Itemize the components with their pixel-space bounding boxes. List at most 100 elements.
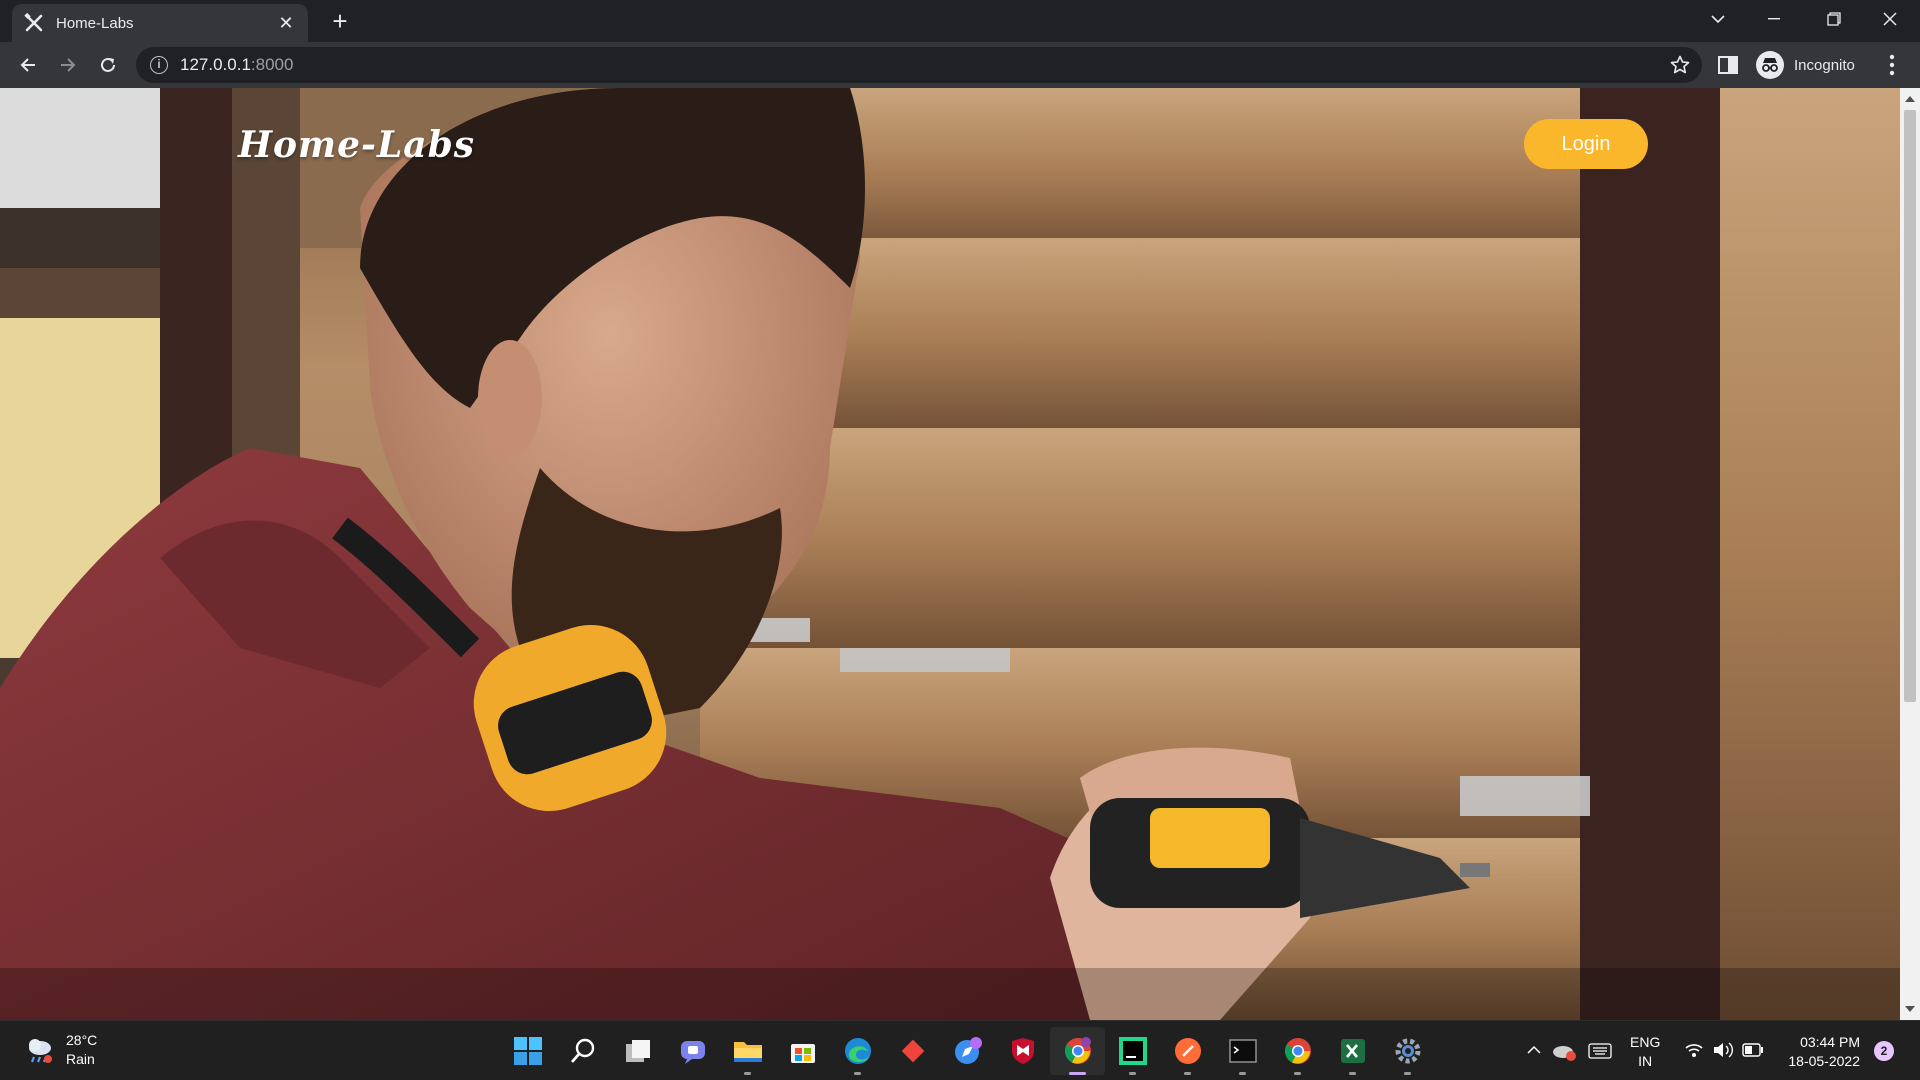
gear-icon xyxy=(1395,1038,1420,1064)
close-window-button[interactable] xyxy=(1862,0,1918,38)
browser-compass-button[interactable] xyxy=(940,1027,995,1075)
diamond-icon xyxy=(901,1039,924,1063)
search-button[interactable] xyxy=(555,1027,610,1075)
address-bar[interactable]: i 127.0.0.1:8000 xyxy=(136,47,1702,83)
forward-button[interactable] xyxy=(52,49,84,81)
url-port: :8000 xyxy=(250,55,294,74)
tab-title: Home-Labs xyxy=(56,14,134,32)
login-button[interactable]: Login xyxy=(1524,119,1648,169)
compass-icon xyxy=(954,1037,982,1064)
settings-button[interactable] xyxy=(1380,1027,1435,1075)
running-indicator xyxy=(1404,1072,1411,1075)
hero-illustration xyxy=(0,88,1900,1020)
excel-button[interactable] xyxy=(1325,1027,1380,1075)
file-explorer-button[interactable] xyxy=(720,1027,775,1075)
running-indicator xyxy=(1294,1072,1301,1075)
volume-icon[interactable] xyxy=(1712,1041,1734,1059)
weather-widget[interactable]: 28°C Rain xyxy=(24,1031,97,1069)
battery-icon[interactable] xyxy=(1742,1043,1764,1057)
arrow-left-icon xyxy=(20,58,35,72)
scroll-up-arrow[interactable] xyxy=(1905,96,1915,102)
more-menu-icon[interactable] xyxy=(1880,52,1904,78)
page-scrollbar[interactable] xyxy=(1900,88,1920,1020)
chevron-down-icon xyxy=(1711,15,1725,24)
weather-temperature: 28°C xyxy=(66,1032,98,1048)
chevron-up-icon[interactable] xyxy=(1526,1043,1542,1057)
terminal-icon xyxy=(1228,1039,1257,1063)
chrome-profile-button[interactable] xyxy=(1270,1027,1325,1075)
input-language[interactable]: ENG IN xyxy=(1630,1033,1660,1071)
incognito-label: Incognito xyxy=(1794,56,1855,74)
shield-icon xyxy=(1011,1038,1034,1064)
taskbar-apps xyxy=(500,1027,1435,1075)
onedrive-icon[interactable] xyxy=(1552,1041,1576,1061)
new-tab-button[interactable]: + xyxy=(326,8,354,36)
postman-button[interactable] xyxy=(1160,1027,1215,1075)
mcafee-button[interactable] xyxy=(995,1027,1050,1075)
language-code: ENG xyxy=(1630,1034,1661,1050)
store-icon xyxy=(790,1044,815,1063)
task-view-button[interactable] xyxy=(610,1027,665,1075)
running-indicator xyxy=(744,1072,751,1075)
url-host: 127.0.0.1 xyxy=(180,55,251,74)
minimize-icon xyxy=(1768,18,1780,20)
teams-chat-button[interactable] xyxy=(665,1027,720,1075)
folder-icon xyxy=(733,1042,762,1062)
pycharm-button[interactable] xyxy=(1105,1027,1160,1075)
windows-taskbar: 28°C Rain ENG IN 03:44 PM 18-05-2022 2 xyxy=(0,1020,1920,1080)
running-indicator xyxy=(1184,1072,1191,1075)
close-icon xyxy=(1883,12,1897,26)
pycharm-icon xyxy=(1118,1037,1147,1065)
page-viewport: Home-Labs Login xyxy=(0,88,1900,1020)
browser-toolbar: i 127.0.0.1:8000 Incognito xyxy=(0,42,1920,88)
chrome-icon xyxy=(1064,1037,1091,1064)
store-button[interactable] xyxy=(775,1027,830,1075)
windows-logo-icon xyxy=(513,1037,542,1065)
running-indicator xyxy=(1349,1072,1356,1075)
browser-tab[interactable]: Home-Labs ✕ xyxy=(12,4,308,42)
hero-background-image xyxy=(0,88,1900,1020)
task-view-icon xyxy=(625,1040,650,1062)
brand-logo[interactable]: Home-Labs xyxy=(238,124,475,166)
scroll-thumb[interactable] xyxy=(1904,110,1916,702)
anydesk-button[interactable] xyxy=(885,1027,940,1075)
restore-icon xyxy=(1827,12,1841,26)
scroll-down-arrow[interactable] xyxy=(1905,1006,1915,1012)
info-icon[interactable]: i xyxy=(150,56,168,74)
clock-date: 18-05-2022 xyxy=(1788,1053,1860,1069)
tools-icon xyxy=(24,13,43,32)
wifi-icon[interactable] xyxy=(1684,1041,1704,1059)
bookmark-star-icon[interactable] xyxy=(1670,55,1690,75)
excel-icon xyxy=(1340,1039,1365,1063)
browser-tab-strip: Home-Labs ✕ + xyxy=(0,0,1920,42)
tab-search-button[interactable] xyxy=(1690,0,1746,38)
arrow-right-icon xyxy=(61,58,76,72)
chat-icon xyxy=(680,1041,705,1064)
side-panel-icon[interactable] xyxy=(1716,53,1740,77)
reload-button[interactable] xyxy=(92,49,124,81)
clock-time: 03:44 PM xyxy=(1800,1034,1860,1050)
minimize-button[interactable] xyxy=(1746,0,1802,38)
running-indicator xyxy=(1239,1072,1246,1075)
keyboard-icon[interactable] xyxy=(1588,1043,1612,1059)
terminal-button[interactable] xyxy=(1215,1027,1270,1075)
incognito-badge[interactable]: Incognito xyxy=(1756,48,1868,82)
search-icon xyxy=(570,1038,594,1063)
rain-cloud-icon xyxy=(29,1039,52,1063)
notification-badge[interactable]: 2 xyxy=(1874,1041,1894,1061)
restore-button[interactable] xyxy=(1806,0,1862,38)
reload-icon xyxy=(101,57,115,72)
system-clock[interactable]: 03:44 PM 18-05-2022 xyxy=(1776,1033,1860,1071)
chrome-button[interactable] xyxy=(1050,1027,1105,1075)
region-code: IN xyxy=(1638,1053,1653,1069)
postman-icon xyxy=(1174,1038,1201,1064)
edge-button[interactable] xyxy=(830,1027,885,1075)
back-button[interactable] xyxy=(12,49,44,81)
chrome-icon xyxy=(1284,1038,1311,1064)
running-indicator xyxy=(1069,1072,1086,1075)
edge-icon xyxy=(844,1038,871,1064)
start-button[interactable] xyxy=(500,1027,555,1075)
incognito-icon xyxy=(1756,51,1784,79)
running-indicator xyxy=(854,1072,861,1075)
close-tab-icon[interactable]: ✕ xyxy=(276,13,296,34)
